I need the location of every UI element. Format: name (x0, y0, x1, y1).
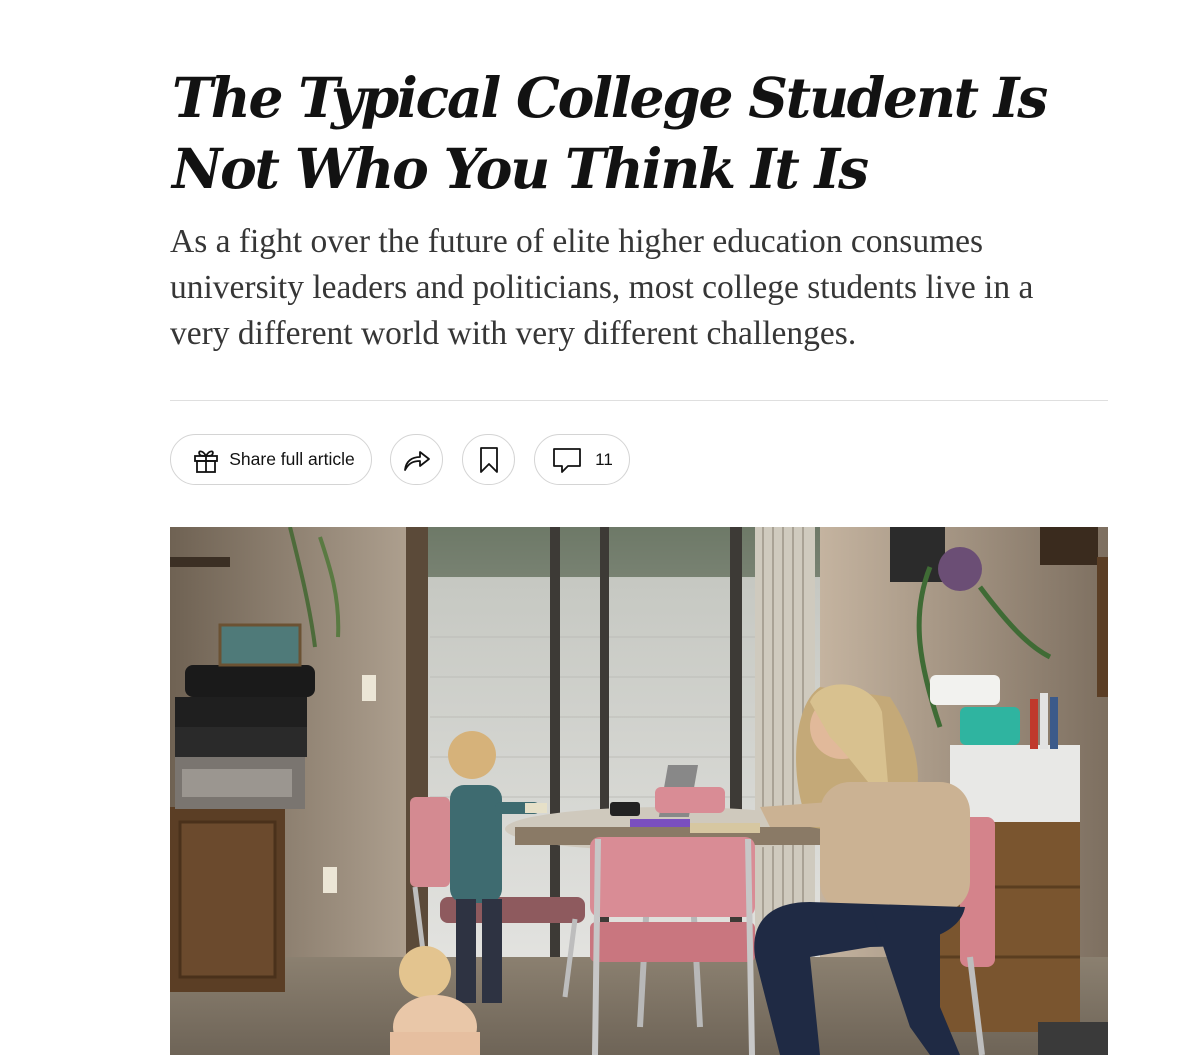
comment-count: 11 (595, 449, 613, 469)
share-toolbar: Share full article 11 (170, 434, 1108, 487)
save-button[interactable] (462, 434, 515, 485)
share-full-article-button[interactable]: Share full article (170, 434, 372, 485)
bookmark-icon (478, 445, 500, 475)
speech-bubble-icon (551, 445, 583, 475)
lead-photo (170, 527, 1108, 1055)
article-summary: As a fight over the future of elite high… (170, 223, 1034, 352)
share-button[interactable] (390, 434, 443, 485)
share-arrow-icon (401, 446, 433, 474)
share-full-article-label: Share full article (229, 449, 355, 469)
divider (170, 400, 1108, 401)
comments-button[interactable]: 11 (534, 434, 630, 485)
gift-icon (191, 445, 221, 475)
headline: The Typical College Student Is Not Who Y… (172, 65, 1048, 201)
